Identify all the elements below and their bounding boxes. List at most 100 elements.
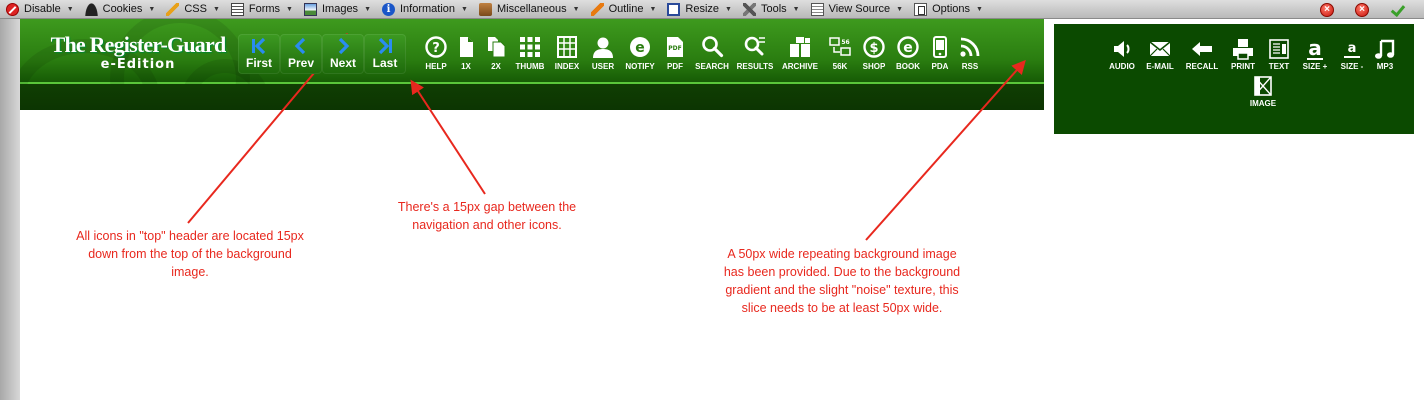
logo-title: The Register-Guard	[50, 32, 227, 57]
shop-label: SHOP	[862, 62, 886, 71]
window-edge	[0, 0, 20, 400]
shop-dollar-icon: $	[863, 36, 885, 58]
shop-button[interactable]: $ SHOP	[857, 35, 891, 71]
devbar-view-source-menu[interactable]: View Source ▼	[805, 0, 909, 19]
web-developer-toolbar: Disable ▼ Cookies ▼ CSS ▼ Forms ▼ Images ▼ iI…	[0, 0, 1424, 19]
music-note-icon	[1375, 39, 1395, 59]
caret-down-icon: ▼	[148, 5, 156, 13]
print-button[interactable]: PRINT	[1224, 38, 1262, 71]
view-source-icon	[810, 2, 824, 16]
next-label: Next	[329, 56, 356, 70]
devbar-window-controls: × ×	[1320, 0, 1424, 19]
devbar-outline-menu[interactable]: Outline ▼	[585, 0, 662, 19]
results-icon	[744, 36, 765, 56]
size-decrease-button[interactable]: a SIZE -	[1334, 38, 1370, 71]
size-increase-glyph: a	[1308, 38, 1322, 60]
mp3-button[interactable]: MP3	[1370, 38, 1400, 71]
text-button[interactable]: TEXT	[1262, 38, 1296, 71]
last-page-button[interactable]: Last	[364, 34, 406, 74]
index-button[interactable]: INDEX	[549, 35, 585, 71]
help-icon: ?	[425, 36, 447, 58]
article-tools-panel: AUDIO E-MAIL RECALL PRINT TEXT a SIZE +	[1054, 24, 1414, 134]
search-icon	[702, 36, 724, 58]
user-label: USER	[591, 62, 615, 71]
search-label: SEARCH	[695, 62, 729, 71]
email-button[interactable]: E-MAIL	[1140, 38, 1180, 71]
devbar-information-menu[interactable]: i Information ▼	[376, 0, 473, 19]
zoom-1x-button[interactable]: 1X	[451, 35, 481, 71]
devbar-disable-menu[interactable]: Disable ▼	[0, 0, 79, 19]
pdf-icon: PDF	[667, 37, 683, 57]
close-icon[interactable]: ×	[1320, 2, 1334, 17]
recall-arrow-icon	[1192, 42, 1212, 56]
size-decrease-icon: a	[1344, 41, 1360, 58]
mp3-label: MP3	[1376, 62, 1394, 71]
help-button[interactable]: ? HELP	[421, 35, 451, 71]
prev-page-button[interactable]: Prev	[280, 34, 322, 74]
shop-glyph: $	[869, 41, 878, 56]
pda-button[interactable]: PDA	[925, 35, 955, 71]
devbar-css-menu[interactable]: CSS ▼	[160, 0, 225, 19]
devbar-label: Miscellaneous	[496, 3, 567, 15]
pdf-label: PDF	[667, 62, 683, 71]
size-decrease-label: SIZE -	[1340, 62, 1364, 71]
devbar-miscellaneous-menu[interactable]: Miscellaneous ▼	[473, 0, 585, 19]
results-button[interactable]: RESULTS	[733, 35, 777, 71]
thumbnail-grid-icon	[520, 37, 540, 57]
audio-label: AUDIO	[1109, 62, 1135, 71]
caret-down-icon: ▼	[286, 5, 293, 13]
devbar-label: Images	[321, 3, 359, 15]
devbar-options-menu[interactable]: Options ▼	[908, 0, 988, 19]
last-arrow-icon	[378, 37, 392, 55]
images-icon	[303, 2, 317, 16]
first-page-button[interactable]: First	[238, 34, 280, 74]
devbar-forms-menu[interactable]: Forms ▼	[225, 0, 298, 19]
audio-speaker-icon	[1114, 41, 1130, 57]
user-button[interactable]: USER	[585, 35, 621, 71]
help-label: HELP	[425, 62, 447, 71]
caret-down-icon: ▼	[66, 5, 74, 13]
next-page-button[interactable]: Next	[322, 34, 364, 74]
devbar-label: Cookies	[102, 3, 143, 15]
close-all-icon[interactable]: ×	[1355, 2, 1369, 17]
56k-button[interactable]: 56 56K	[823, 35, 857, 71]
book-button[interactable]: e BOOK	[891, 35, 925, 71]
devbar-label: Options	[932, 3, 971, 15]
email-label: E-MAIL	[1146, 62, 1174, 71]
caret-down-icon: ▼	[212, 5, 220, 13]
pdf-button[interactable]: PDF PDF	[659, 35, 691, 71]
devbar-resize-menu[interactable]: Resize ▼	[661, 0, 737, 19]
thumb-label: THUMB	[515, 62, 545, 71]
devbar-cookies-menu[interactable]: Cookies ▼	[79, 0, 161, 19]
logo-subtitle: e-Edition	[100, 57, 176, 72]
pda-device-icon	[933, 36, 947, 58]
devbar-label: Resize	[685, 3, 720, 15]
notify-button[interactable]: e NOTIFY	[621, 35, 659, 71]
devbar-label: Information	[400, 3, 456, 15]
register-guard-logo[interactable]: The Register-Guard e-Edition	[38, 33, 238, 73]
print-label: PRINT	[1231, 62, 1255, 71]
search-button[interactable]: SEARCH	[691, 35, 733, 71]
image-button[interactable]: IMAGE	[1244, 75, 1282, 108]
audio-button[interactable]: AUDIO	[1104, 38, 1140, 71]
last-label: Last	[372, 56, 398, 70]
checkmark-icon[interactable]	[1390, 3, 1404, 17]
svg-text:?: ?	[432, 41, 440, 56]
thumb-button[interactable]: THUMB	[511, 35, 549, 71]
pda-label: PDA	[931, 62, 949, 71]
size-increase-button[interactable]: a SIZE +	[1296, 38, 1334, 71]
zoom-2x-button[interactable]: 2X	[481, 35, 511, 71]
options-icon	[914, 2, 928, 16]
devbar-label: Tools	[760, 3, 787, 15]
archive-button[interactable]: ARCHIVE	[777, 35, 823, 71]
recall-button[interactable]: RECALL	[1180, 38, 1224, 71]
caret-down-icon: ▼	[896, 5, 904, 13]
devbar-images-menu[interactable]: Images ▼	[298, 0, 376, 19]
tools-icon	[742, 2, 756, 16]
printer-icon	[1233, 39, 1253, 60]
devbar-tools-menu[interactable]: Tools ▼	[737, 0, 805, 19]
rss-button[interactable]: RSS	[955, 35, 985, 71]
56k-label: 56K	[832, 62, 848, 71]
devbar-label: View Source	[828, 3, 891, 15]
recall-label: RECALL	[1185, 62, 1219, 71]
